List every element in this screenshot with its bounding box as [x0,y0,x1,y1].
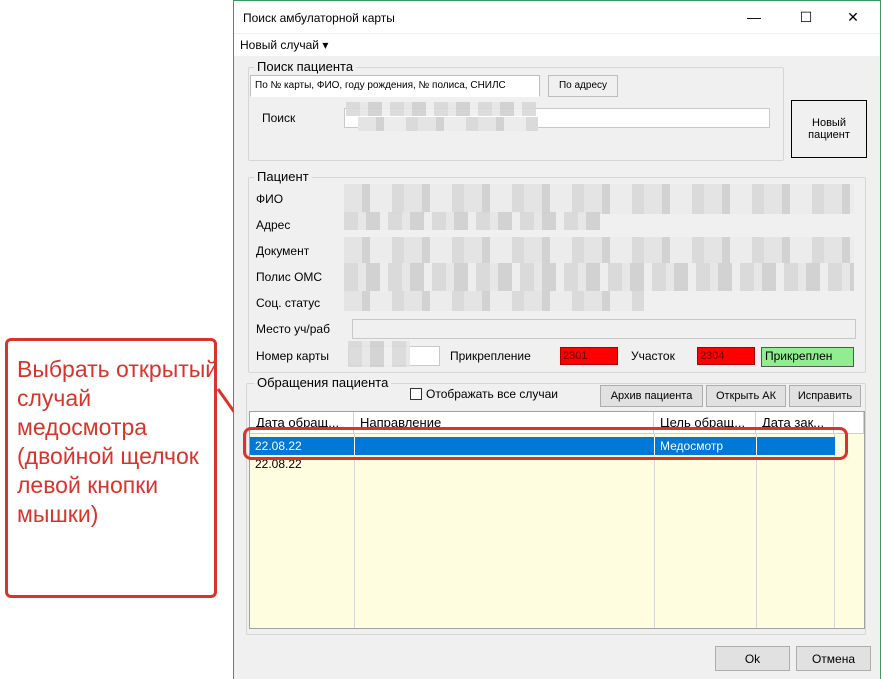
tab-search-main[interactable]: По № карты, ФИО, году рождения, № полиса… [250,75,540,97]
oms-label: Полис ОМС [256,270,323,284]
redacted-oms [344,263,854,291]
search-label: Поиск [262,111,296,125]
redacted-search-value-2 [358,117,538,131]
redacted-social-status [344,291,644,311]
attachment-status: Прикреплен [761,347,854,367]
district-value: 2304 [697,347,755,365]
patient-archive-button[interactable]: Архив пациента [600,385,703,407]
workplace-field[interactable] [352,319,856,339]
search-group-title: Поиск пациента [254,59,357,74]
redacted-document [344,237,854,263]
search-card-window: Поиск амбулаторной карты — ☐ ✕ Новый слу… [233,0,881,679]
close-button[interactable]: ✕ [837,5,869,29]
redacted-fio [344,184,854,214]
fio-label: ФИО [256,192,284,206]
tab-search-address[interactable]: По адресу [548,75,618,97]
open-ak-button[interactable]: Открыть АК [706,385,786,407]
ok-button[interactable]: Ok [715,646,790,671]
redacted-search-value [346,102,536,116]
window-title: Поиск амбулаторной карты [243,11,395,25]
menu-new-case[interactable]: Новый случай ▾ [240,38,328,52]
card-number-label: Номер карты [256,349,329,363]
social-status-label: Соц. статус [256,296,321,310]
new-patient-button[interactable]: Новый пациент [791,100,867,158]
attachment-label: Прикрепление [450,349,531,363]
show-all-checkbox[interactable] [410,388,422,400]
title-bar: Поиск амбулаторной карты — ☐ ✕ [234,1,880,33]
workplace-label: Место уч/раб [256,322,330,336]
menu-bar: Новый случай ▾ [234,34,880,56]
patient-group-title: Пациент [254,169,312,184]
redacted-address [344,212,600,230]
edit-button[interactable]: Исправить [789,385,861,407]
attachment-value: 2301 [560,347,618,365]
minimize-button[interactable]: — [738,5,770,29]
address-label: Адрес [256,218,291,232]
document-label: Документ [256,244,310,258]
redacted-card-number [348,341,410,367]
visits-group-title: Обращения пациента [254,375,392,390]
selected-row-highlight [243,427,848,460]
maximize-button[interactable]: ☐ [790,5,822,29]
cancel-button[interactable]: Отмена [796,646,871,671]
annotation-text: Выбрать открытый случай медосмотра (двой… [17,356,219,527]
show-all-label: Отображать все случаи [426,387,558,401]
annotation-callout: Выбрать открытый случай медосмотра (двой… [5,338,218,598]
district-label: Участок [631,349,675,363]
